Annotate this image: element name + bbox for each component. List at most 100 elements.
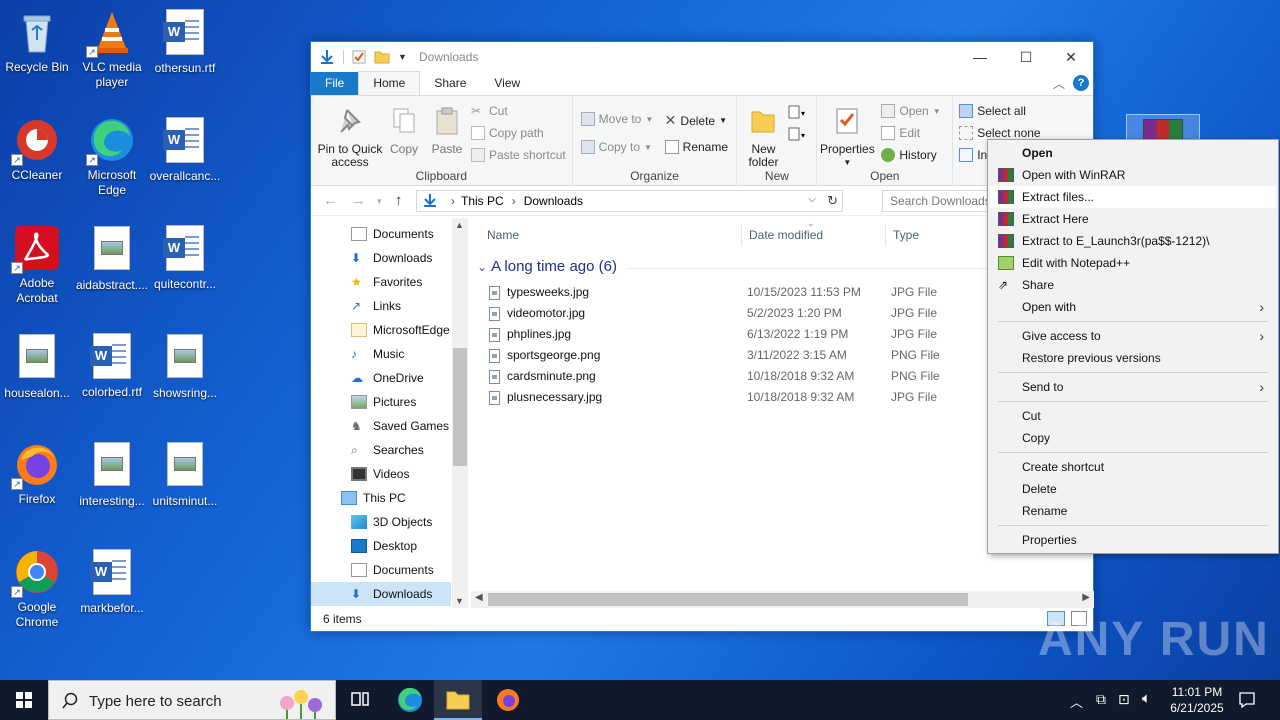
network-icon[interactable]: ⧉ (1096, 691, 1106, 708)
menu-item-give-access-to[interactable]: Give access to › (990, 325, 1276, 347)
menu-item-create-shortcut[interactable]: Create shortcut (990, 456, 1276, 478)
scroll-left-icon[interactable]: ◀ (475, 592, 483, 603)
group-header[interactable]: ⌄ A long time ago (6) (477, 258, 617, 275)
customize-dropdown-icon[interactable]: ▼ (398, 52, 407, 62)
menu-item-extract-files[interactable]: Extract files... (990, 186, 1276, 208)
address-dropdown-icon[interactable]: ⌵ (808, 194, 816, 205)
nav-item-pictures[interactable]: Pictures (311, 390, 451, 414)
nav-item-saved-games[interactable]: ♞ Saved Games (311, 414, 451, 438)
desktop-icon-showsring[interactable]: showsring... (148, 332, 222, 401)
column-separator[interactable] (741, 224, 742, 246)
taskbar-search-box[interactable]: Type here to search (48, 680, 336, 720)
menu-item-open[interactable]: Open (990, 142, 1276, 164)
desktop-icon-winrar-archive[interactable] (1126, 114, 1200, 141)
menu-item-share[interactable]: ⇗ Share (990, 274, 1276, 296)
taskbar-file-explorer[interactable] (434, 680, 482, 720)
menu-item-edit-with-notepad-plus-plus[interactable]: Edit with Notepad++ (990, 252, 1276, 274)
new-folder-button[interactable]: New folder (739, 106, 787, 169)
tab-home[interactable]: Home (358, 71, 421, 95)
back-button[interactable]: ← (323, 192, 338, 209)
nav-item-downloads[interactable]: ⬇ Downloads (311, 246, 451, 270)
desktop-icon-vlc[interactable]: ↗ VLC media player (75, 8, 149, 90)
easy-access-icon[interactable]: ▾ (787, 126, 809, 142)
properties-check-icon[interactable] (352, 50, 366, 64)
nav-item-desktop[interactable]: Desktop (311, 534, 451, 558)
nav-item-documents-pc[interactable]: Documents (311, 558, 451, 582)
desktop-icon-ccleaner[interactable]: ↗ CCleaner (0, 116, 74, 183)
select-none-button[interactable]: Select none (959, 126, 1041, 140)
taskbar-firefox[interactable] (484, 680, 532, 720)
copy-to-button[interactable]: Copy to ▼ (580, 140, 652, 154)
new-folder-icon[interactable] (374, 50, 390, 64)
nav-item-onedrive[interactable]: ☁ OneDrive (311, 366, 451, 390)
column-separator[interactable] (885, 224, 886, 246)
recent-locations-button[interactable]: ▾ (377, 196, 382, 207)
nav-item-favorites[interactable]: ★ Favorites (311, 270, 451, 294)
scrollbar-thumb[interactable] (453, 348, 467, 466)
new-item-icon[interactable]: ▾ (787, 104, 809, 120)
nav-item-videos[interactable]: Videos (311, 462, 451, 486)
notifications-icon[interactable] (1238, 691, 1256, 709)
task-view-button[interactable] (336, 680, 384, 720)
taskbar-edge[interactable] (386, 680, 434, 720)
menu-item-extract-here[interactable]: Extract Here (990, 208, 1276, 230)
nav-item-searches[interactable]: ⌕ Searches (311, 438, 451, 462)
search-input[interactable]: Search Downloads (882, 190, 992, 212)
history-button[interactable]: History (881, 148, 937, 162)
refresh-icon[interactable]: ↻ (827, 193, 838, 209)
address-bar[interactable]: › This PC › Downloads ⌵ ↻ (416, 190, 843, 212)
menu-item-rename[interactable]: Rename (990, 500, 1276, 522)
down-arrow-icon[interactable] (319, 49, 335, 65)
breadcrumb-this-pc[interactable]: This PC (461, 194, 504, 208)
column-header-date-modified[interactable]: Date modified (749, 228, 823, 242)
nav-item-downloads-pc[interactable]: ⬇ Downloads (311, 582, 451, 606)
desktop-icon-markbefor[interactable]: W markbefor... (75, 548, 149, 616)
menu-item-open-with[interactable]: Open with › (990, 296, 1276, 318)
nav-item-music[interactable]: ♪ Music (311, 342, 451, 366)
menu-item-open-with-winrar[interactable]: Open with WinRAR (990, 164, 1276, 186)
paste-button[interactable]: Paste (427, 106, 467, 156)
nav-item-microsoftedge[interactable]: MicrosoftEdge (311, 318, 451, 342)
tab-view[interactable]: View (480, 72, 534, 95)
file-list-horizontal-scrollbar[interactable]: ◀ ▶ (471, 591, 1094, 608)
tab-file[interactable]: File (311, 72, 359, 95)
column-header-type[interactable]: Type (893, 228, 919, 242)
copy-path-button[interactable]: Copy path (471, 126, 544, 140)
menu-item-delete[interactable]: Delete (990, 478, 1276, 500)
select-all-button[interactable]: Select all (959, 104, 1026, 118)
scroll-up-icon[interactable]: ▲ (455, 220, 464, 230)
help-icon[interactable]: ? (1073, 75, 1089, 91)
desktop-icon-othersun[interactable]: W othersun.rtf (148, 8, 222, 76)
nav-item-this-pc[interactable]: This PC (311, 486, 451, 510)
minimize-button[interactable]: — (957, 42, 1003, 72)
rename-button[interactable]: Rename (664, 140, 728, 154)
navigation-scrollbar[interactable]: ▲ ▼ (452, 218, 468, 608)
forward-button[interactable]: → (351, 192, 366, 209)
invert-selection-button[interactable]: In (959, 148, 987, 162)
menu-item-properties[interactable]: Properties (990, 529, 1276, 551)
menu-item-send-to[interactable]: Send to › (990, 376, 1276, 398)
move-to-button[interactable]: Move to ▼ (580, 112, 653, 126)
desktop-icon-firefox[interactable]: ↗ Firefox (0, 440, 74, 507)
maximize-button[interactable]: ☐ (1003, 42, 1049, 72)
pin-to-quick-access-button[interactable]: Pin to Quick access (315, 106, 385, 169)
desktop-icon-recycle-bin[interactable]: Recycle Bin (0, 8, 74, 75)
open-button[interactable]: Open ▼ (881, 104, 941, 118)
desktop-icon-edge[interactable]: ↗ Microsoft Edge (75, 116, 149, 198)
ethernet-icon[interactable]: ⊡ (1118, 691, 1130, 708)
scrollbar-thumb[interactable] (488, 593, 968, 606)
show-hidden-icons-chevron-icon[interactable]: ︿ (1070, 692, 1083, 711)
desktop-icon-interesting[interactable]: interesting... (75, 440, 149, 509)
desktop-icon-overallcanc[interactable]: W overallcanc... (148, 116, 222, 184)
menu-item-restore-previous-versions[interactable]: Restore previous versions (990, 347, 1276, 369)
collapse-ribbon-icon[interactable]: ︿ (1053, 75, 1065, 92)
delete-button[interactable]: ✕ Delete ▼ (665, 112, 727, 129)
nav-item-links[interactable]: ↗ Links (311, 294, 451, 318)
cut-button[interactable]: ✂ Cut (471, 104, 508, 118)
menu-item-cut[interactable]: Cut (990, 405, 1276, 427)
menu-item-extract-to[interactable]: Extract to E_Launch3r(pa$$-1212)\ (990, 230, 1276, 252)
desktop-icon-quitecontr[interactable]: W quitecontr... (148, 224, 222, 292)
up-button[interactable]: ↑ (395, 192, 403, 209)
desktop-icon-acrobat[interactable]: ↗ Adobe Acrobat (0, 224, 74, 306)
nav-item-3d-objects[interactable]: 3D Objects (311, 510, 451, 534)
